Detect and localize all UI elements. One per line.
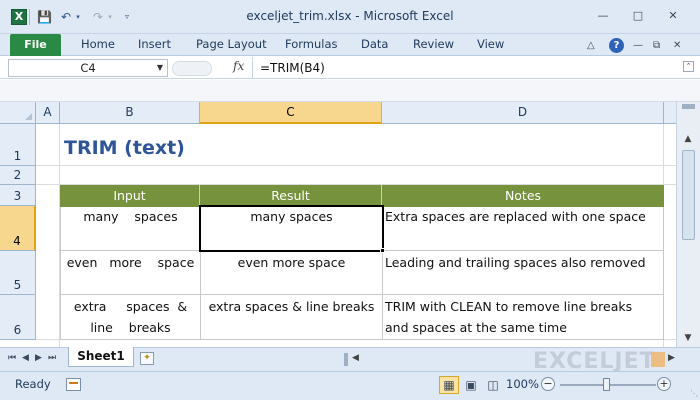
row-header-6[interactable]: 6 xyxy=(0,295,36,340)
worksheet-grid[interactable]: A B C D 1 2 3 4 5 6 TRIM (text) Input Re… xyxy=(0,102,676,347)
row-number: 2 xyxy=(13,168,22,182)
column-header-b[interactable]: B xyxy=(60,102,200,124)
sheet-title[interactable]: TRIM (text) xyxy=(64,137,185,159)
insert-sheet-icon[interactable]: ✦ xyxy=(140,352,154,365)
sheet-tab-bar: ⏮ ◀ ▶ ⏭ Sheet1 ✦ ◀ EXCELJET ▶ xyxy=(0,347,700,374)
help-icon[interactable]: ? xyxy=(609,38,624,53)
cell-c5[interactable]: even more space xyxy=(201,253,382,273)
restore-icon[interactable]: □ xyxy=(631,9,645,23)
scroll-down-icon[interactable]: ▼ xyxy=(681,331,695,345)
scroll-thumb[interactable] xyxy=(682,150,695,240)
split-handle[interactable] xyxy=(682,104,695,109)
zoom-level[interactable]: 100% xyxy=(506,377,539,391)
select-all-button[interactable] xyxy=(0,102,36,124)
table-header-notes[interactable]: Notes xyxy=(382,185,664,207)
name-box-value: C4 xyxy=(80,61,96,75)
workbook-restore-icon[interactable]: ⧉ xyxy=(653,40,660,51)
row-number: 5 xyxy=(13,278,22,292)
workbook-minimize-icon[interactable]: — xyxy=(633,40,643,51)
zoom-in-icon[interactable]: + xyxy=(657,377,671,391)
tab-formulas[interactable]: Formulas xyxy=(285,37,338,51)
cell-b6-line2[interactable]: line breaks xyxy=(61,318,200,338)
zoom-slider-thumb[interactable] xyxy=(603,378,610,391)
cell-c6[interactable]: extra spaces & line breaks xyxy=(201,297,382,317)
ribbon-tab-bar: File Home Insert Page Layout Formulas Da… xyxy=(0,34,700,56)
column-header-a[interactable]: A xyxy=(36,102,60,124)
row-header-1[interactable]: 1 xyxy=(0,124,36,166)
row-header-3[interactable]: 3 xyxy=(0,185,36,206)
tab-data[interactable]: Data xyxy=(361,37,388,51)
formula-input[interactable]: =TRIM(B4) xyxy=(260,61,325,75)
table-header-input[interactable]: Input xyxy=(60,185,200,207)
tab-view[interactable]: View xyxy=(477,37,504,51)
column-header-e-partial[interactable] xyxy=(664,102,676,124)
page-break-preview-icon[interactable]: ◫ xyxy=(483,376,503,394)
name-box[interactable]: C4 ▼ xyxy=(8,59,168,77)
sheet-tab-sheet1[interactable]: Sheet1 xyxy=(68,347,134,367)
tab-file[interactable]: File xyxy=(10,34,61,56)
table-border xyxy=(60,294,664,295)
formula-bar: C4 ▼ fx =TRIM(B4) ⌃ xyxy=(0,57,700,79)
cell-b4[interactable]: many spaces xyxy=(61,207,200,227)
status-bar: Ready ▦ ▣ ◫ 100% − + ⋱ xyxy=(0,371,700,400)
cell-d6-line1[interactable]: TRIM with CLEAN to remove line breaks xyxy=(385,297,663,317)
row-number: 4 xyxy=(13,234,21,248)
ribbon-spacer xyxy=(0,80,700,102)
tab-insert[interactable]: Insert xyxy=(138,37,171,51)
first-sheet-icon[interactable]: ⏮ xyxy=(8,353,16,363)
column-header-d[interactable]: D xyxy=(382,102,664,124)
tab-home[interactable]: Home xyxy=(81,37,115,51)
workbook-close-icon[interactable]: ✕ xyxy=(673,40,681,51)
zoom-out-icon[interactable]: − xyxy=(541,377,555,391)
table-border xyxy=(663,207,664,340)
ribbon-collapse-icon[interactable]: △ xyxy=(587,40,595,51)
tab-page-layout[interactable]: Page Layout xyxy=(196,37,267,51)
window-title: exceljet_trim.xlsx - Microsoft Excel xyxy=(246,9,454,23)
close-icon[interactable]: ✕ xyxy=(666,9,680,23)
status-text: Ready xyxy=(15,377,51,391)
active-cell-border xyxy=(199,205,384,252)
cell-b5[interactable]: even more space xyxy=(61,253,200,273)
resize-grip-icon[interactable]: ⋱ xyxy=(690,389,698,398)
column-header-c[interactable]: C xyxy=(200,102,382,124)
row-header-4[interactable]: 4 xyxy=(0,206,36,251)
normal-view-icon[interactable]: ▦ xyxy=(439,376,459,394)
row-number: 3 xyxy=(13,189,22,203)
table-header-result[interactable]: Result xyxy=(200,185,382,207)
page-layout-view-icon[interactable]: ▣ xyxy=(461,376,481,394)
tab-review[interactable]: Review xyxy=(413,37,454,51)
scroll-left-icon[interactable]: ◀ xyxy=(352,353,359,363)
minimize-icon[interactable]: — xyxy=(596,9,610,23)
watermark-logo xyxy=(651,352,665,367)
next-sheet-icon[interactable]: ▶ xyxy=(35,353,42,363)
row-number: 1 xyxy=(13,149,22,163)
scroll-right-icon[interactable]: ▶ xyxy=(668,353,675,363)
chevron-down-icon[interactable]: ▼ xyxy=(157,60,163,76)
table-border xyxy=(60,339,664,340)
cell-b6-line1[interactable]: extra spaces & xyxy=(61,297,200,317)
macro-recording-icon[interactable] xyxy=(66,378,81,391)
formula-bar-divider xyxy=(252,57,253,79)
cell-d6-line2[interactable]: and spaces at the same time xyxy=(385,318,663,338)
last-sheet-icon[interactable]: ⏭ xyxy=(48,353,56,363)
row-header-2[interactable]: 2 xyxy=(0,166,36,185)
cell-d4[interactable]: Extra spaces are replaced with one space xyxy=(385,207,663,227)
row-number: 6 xyxy=(13,323,22,337)
title-bar: X 💾 ↶ ▾ ↷ ▾ ▿ exceljet_trim.xlsx - Micro… xyxy=(0,0,700,34)
horizontal-split-handle[interactable] xyxy=(344,353,348,366)
scroll-up-icon[interactable]: ▲ xyxy=(681,132,695,146)
cell-d5[interactable]: Leading and trailing spaces also removed xyxy=(385,253,663,273)
fill-handle[interactable] xyxy=(380,248,385,253)
gridline xyxy=(36,165,676,166)
expand-formula-bar-icon[interactable]: ⌃ xyxy=(683,61,694,72)
row-header-5[interactable]: 5 xyxy=(0,251,36,295)
formula-bar-resize-handle[interactable] xyxy=(172,61,212,76)
vertical-scrollbar[interactable]: ▲ ▼ xyxy=(676,102,700,347)
prev-sheet-icon[interactable]: ◀ xyxy=(22,353,29,363)
insert-function-icon[interactable]: fx xyxy=(233,59,244,73)
